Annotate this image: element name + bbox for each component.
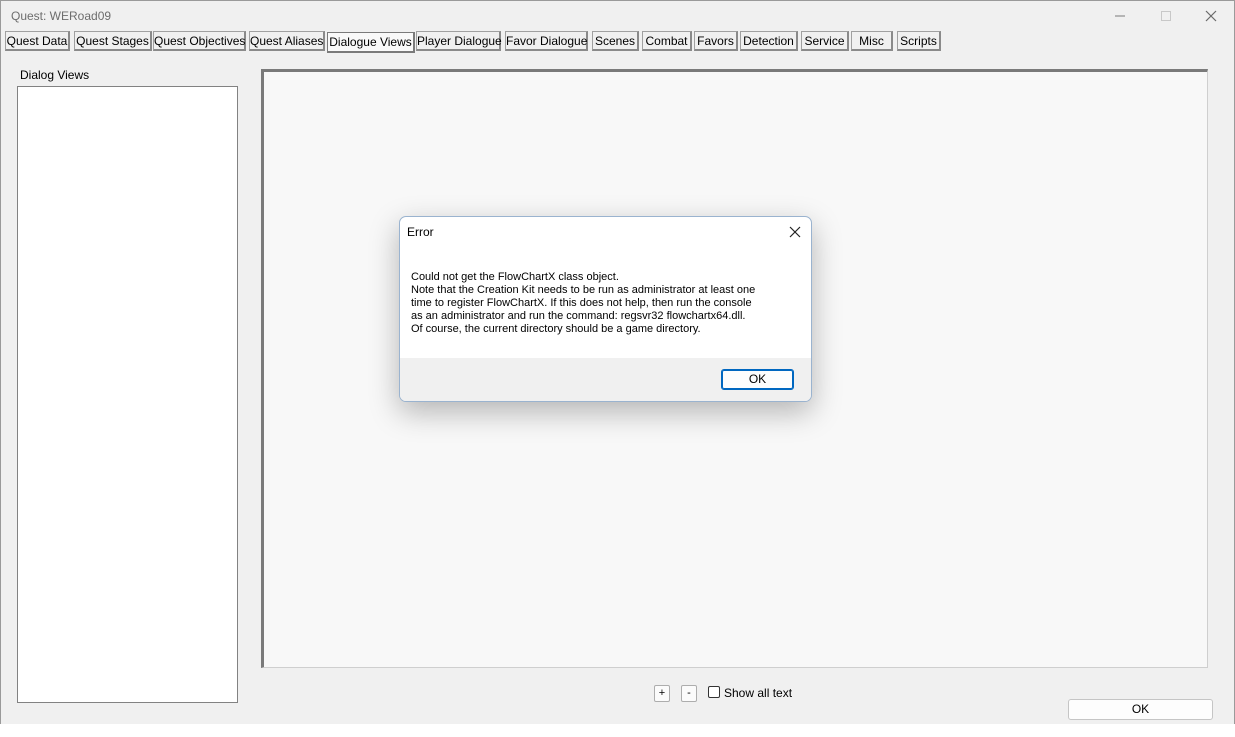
title-bar: Quest: WERoad09 (1, 1, 1234, 31)
tab-quest-aliases[interactable]: Quest Aliases (249, 31, 325, 51)
dialog-views-label: Dialog Views (20, 68, 90, 82)
tab-player-dialogue[interactable]: Player Dialogue (416, 31, 502, 51)
zoom-out-button[interactable]: - (681, 685, 697, 702)
tab-quest-objectives[interactable]: Quest Objectives (153, 31, 246, 51)
close-icon (789, 226, 801, 238)
error-dialog-footer: OK (400, 358, 811, 401)
error-message: Could not get the FlowChartX class objec… (411, 271, 756, 335)
tab-quest-stages[interactable]: Quest Stages (74, 31, 152, 51)
window-title: Quest: WERoad09 (11, 9, 112, 23)
maximize-button[interactable] (1143, 1, 1189, 31)
dialog-views-list[interactable] (17, 86, 238, 703)
tab-detection[interactable]: Detection (740, 31, 798, 51)
show-all-text-label: Show all text (724, 686, 793, 700)
minimize-icon (1115, 15, 1125, 17)
tab-misc[interactable]: Misc (851, 31, 893, 51)
error-dialog-title: Error (407, 225, 434, 239)
error-ok-button[interactable]: OK (721, 369, 794, 390)
error-dialog-close-button[interactable] (779, 217, 811, 247)
tab-quest-data[interactable]: Quest Data (5, 31, 70, 51)
show-all-text-checkbox[interactable] (708, 686, 720, 698)
close-icon (1205, 10, 1217, 22)
error-dialog: Error Could not get the FlowChartX class… (399, 216, 812, 402)
maximize-icon (1161, 11, 1171, 21)
tab-dialogue-views[interactable]: Dialogue Views (327, 32, 415, 53)
minimize-button[interactable] (1097, 1, 1143, 31)
background-strip (0, 724, 1235, 737)
tab-favors[interactable]: Favors (694, 31, 738, 51)
tab-scripts[interactable]: Scripts (897, 31, 941, 51)
tab-favor-dialogue[interactable]: Favor Dialogue (505, 31, 588, 51)
tab-combat[interactable]: Combat (642, 31, 692, 51)
zoom-in-button[interactable]: + (654, 685, 670, 702)
tab-service[interactable]: Service (801, 31, 849, 51)
close-button[interactable] (1188, 1, 1234, 31)
ok-button[interactable]: OK (1068, 699, 1213, 720)
tab-scenes[interactable]: Scenes (592, 31, 639, 51)
